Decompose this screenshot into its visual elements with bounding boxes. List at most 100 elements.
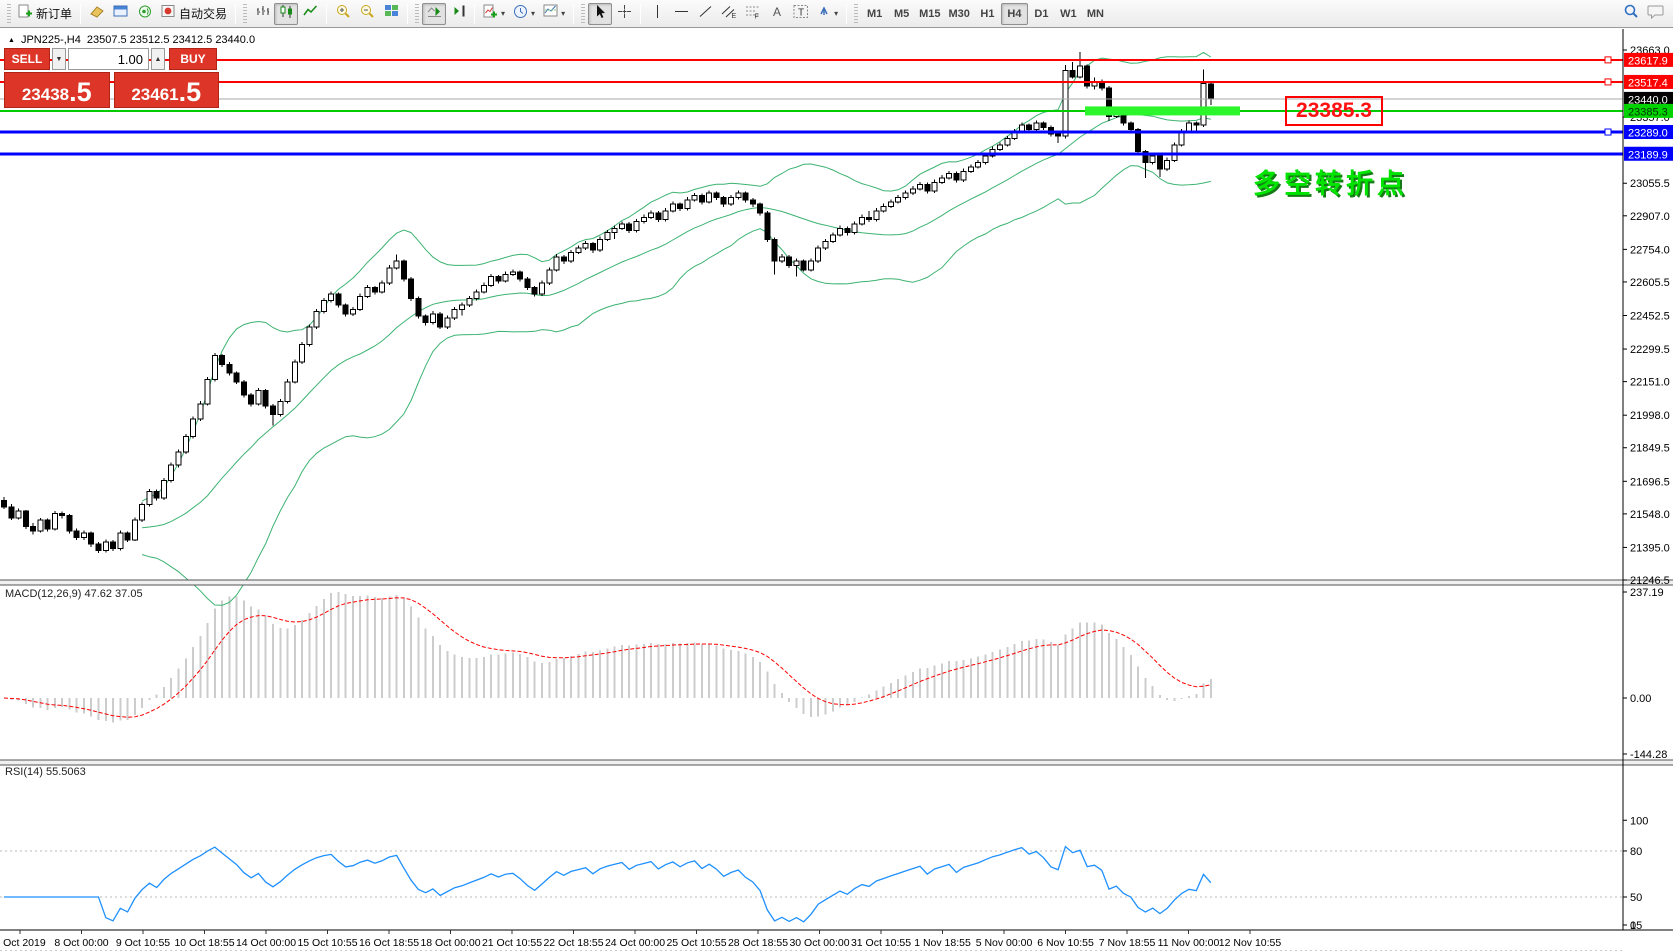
candle-body [794, 261, 799, 265]
tf-m1-button[interactable]: M1 [861, 3, 888, 25]
trendline-tool-button[interactable] [693, 3, 717, 25]
macd-histogram-bar [214, 609, 216, 698]
tile-windows-button[interactable] [379, 3, 403, 25]
macd-histogram-bar [984, 655, 986, 699]
tf-h1-button[interactable]: H1 [974, 3, 1001, 25]
highlight-trend-segment[interactable] [1085, 106, 1240, 115]
toolbar-grip[interactable] [7, 4, 11, 24]
text-label-tool-button[interactable]: T [789, 3, 813, 25]
new-order-button[interactable]: 新订单 [14, 3, 76, 25]
macd-histogram-bar [672, 643, 674, 698]
autotrading-icon [161, 4, 176, 23]
macd-histogram-bar [716, 645, 718, 698]
sound-button[interactable] [133, 3, 157, 25]
zoom-in-button[interactable] [331, 3, 355, 25]
channel-tool-button[interactable]: E [717, 3, 741, 25]
eraser-icon [89, 4, 105, 23]
zoom-in-icon [336, 4, 351, 24]
price-tick-label: 22151.0 [1630, 377, 1670, 389]
candle-body [685, 200, 690, 209]
candle-body [954, 173, 959, 180]
chat-button[interactable] [1643, 3, 1669, 25]
autotrading-button[interactable]: 自动交易 [157, 3, 231, 25]
vertical-line-tool-button[interactable] [645, 3, 669, 25]
buy-button[interactable]: BUY [169, 48, 217, 70]
macd-histogram-bar [1094, 622, 1096, 698]
time-axis-label: 6 Nov 10:55 [1037, 937, 1094, 949]
crosshair-icon [617, 4, 632, 24]
candle-body [285, 382, 290, 402]
candle-body [125, 533, 130, 540]
candle-body [460, 305, 465, 309]
macd-histogram-bar [643, 644, 645, 698]
candle-body [241, 382, 246, 395]
text-tool-button[interactable]: A [765, 3, 789, 25]
macd-histogram-bar [243, 601, 245, 698]
tf-m30-button[interactable]: M30 [945, 3, 974, 25]
pane-divider[interactable] [0, 760, 1673, 765]
candle-chart-icon [279, 4, 294, 23]
tf-mn-button[interactable]: MN [1082, 3, 1109, 25]
candle-body [583, 244, 588, 248]
macd-histogram-bar [199, 636, 201, 698]
sell-price-button[interactable]: 23438.5 [4, 72, 110, 108]
candle-body [910, 189, 915, 193]
macd-histogram-bar [374, 597, 376, 698]
candle-body [547, 270, 552, 283]
macd-histogram-bar [61, 698, 63, 707]
candle-chart-button[interactable] [274, 3, 298, 25]
auto-scroll-button[interactable] [422, 3, 446, 25]
buy-price-button[interactable]: 23461.5 [114, 72, 220, 108]
tf-m5-button[interactable]: M5 [888, 3, 915, 25]
candle-body [445, 318, 450, 327]
macd-histogram-bar [447, 651, 449, 698]
buy-price-frac: .5 [179, 79, 202, 105]
volume-increase-button[interactable]: ▲ [151, 48, 165, 70]
macd-histogram-bar [250, 607, 252, 699]
horizontal-line-tool-button[interactable] [669, 3, 693, 25]
periods-button[interactable]: ▾ [509, 3, 539, 25]
search-button[interactable] [1619, 3, 1643, 25]
styler-button[interactable] [85, 3, 109, 25]
fibonacci-tool-button[interactable]: F [741, 3, 765, 25]
price-badge-label: 23617.9 [1628, 55, 1668, 67]
tf-m15-button[interactable]: M15 [915, 3, 944, 25]
new-chart-button[interactable] [109, 3, 133, 25]
macd-histogram-bar [934, 666, 936, 698]
candle-body [423, 316, 428, 323]
chart-window[interactable]: 23663.023357.023055.522907.022754.022605… [0, 29, 1673, 951]
candle-body [38, 520, 43, 531]
arrows-tool-button[interactable]: ▾ [813, 3, 842, 25]
cursor-tool-button[interactable] [588, 3, 612, 25]
turning-point-annotation[interactable]: 多空转折点 [1253, 162, 1408, 201]
crosshair-tool-button[interactable] [612, 3, 636, 25]
volume-decrease-button[interactable]: ▼ [52, 48, 66, 70]
line-chart-button[interactable] [298, 3, 322, 25]
candle-body [808, 261, 813, 270]
tf-w1-button[interactable]: W1 [1055, 3, 1082, 25]
candle-body [81, 533, 86, 537]
indicators-button[interactable]: ▾ [479, 3, 509, 25]
candle-body [714, 193, 719, 197]
collapse-icon[interactable]: ▲ [8, 37, 15, 44]
candle-body [52, 513, 57, 528]
tf-h4-button[interactable]: H4 [1001, 3, 1028, 25]
templates-button[interactable]: ▾ [539, 3, 569, 25]
candle-body [307, 327, 312, 345]
volume-input[interactable] [68, 48, 149, 70]
indicators-icon [483, 4, 498, 24]
candle-body [1165, 160, 1170, 169]
price-tick-label: 22907.0 [1630, 211, 1670, 223]
candle-body [678, 204, 683, 208]
price-callout-box[interactable]: 23385.3 [1285, 96, 1383, 126]
chart-canvas[interactable]: 23663.023357.023055.522907.022754.022605… [0, 29, 1673, 951]
tf-d1-button[interactable]: D1 [1028, 3, 1055, 25]
zoom-out-button[interactable] [355, 3, 379, 25]
pane-divider[interactable] [0, 580, 1673, 585]
candle-body [1056, 134, 1061, 136]
sound-icon [138, 4, 153, 24]
chart-shift-button[interactable] [446, 3, 470, 25]
bar-chart-button[interactable] [250, 3, 274, 25]
sell-button[interactable]: SELL [4, 48, 50, 70]
macd-histogram-bar [708, 644, 710, 698]
